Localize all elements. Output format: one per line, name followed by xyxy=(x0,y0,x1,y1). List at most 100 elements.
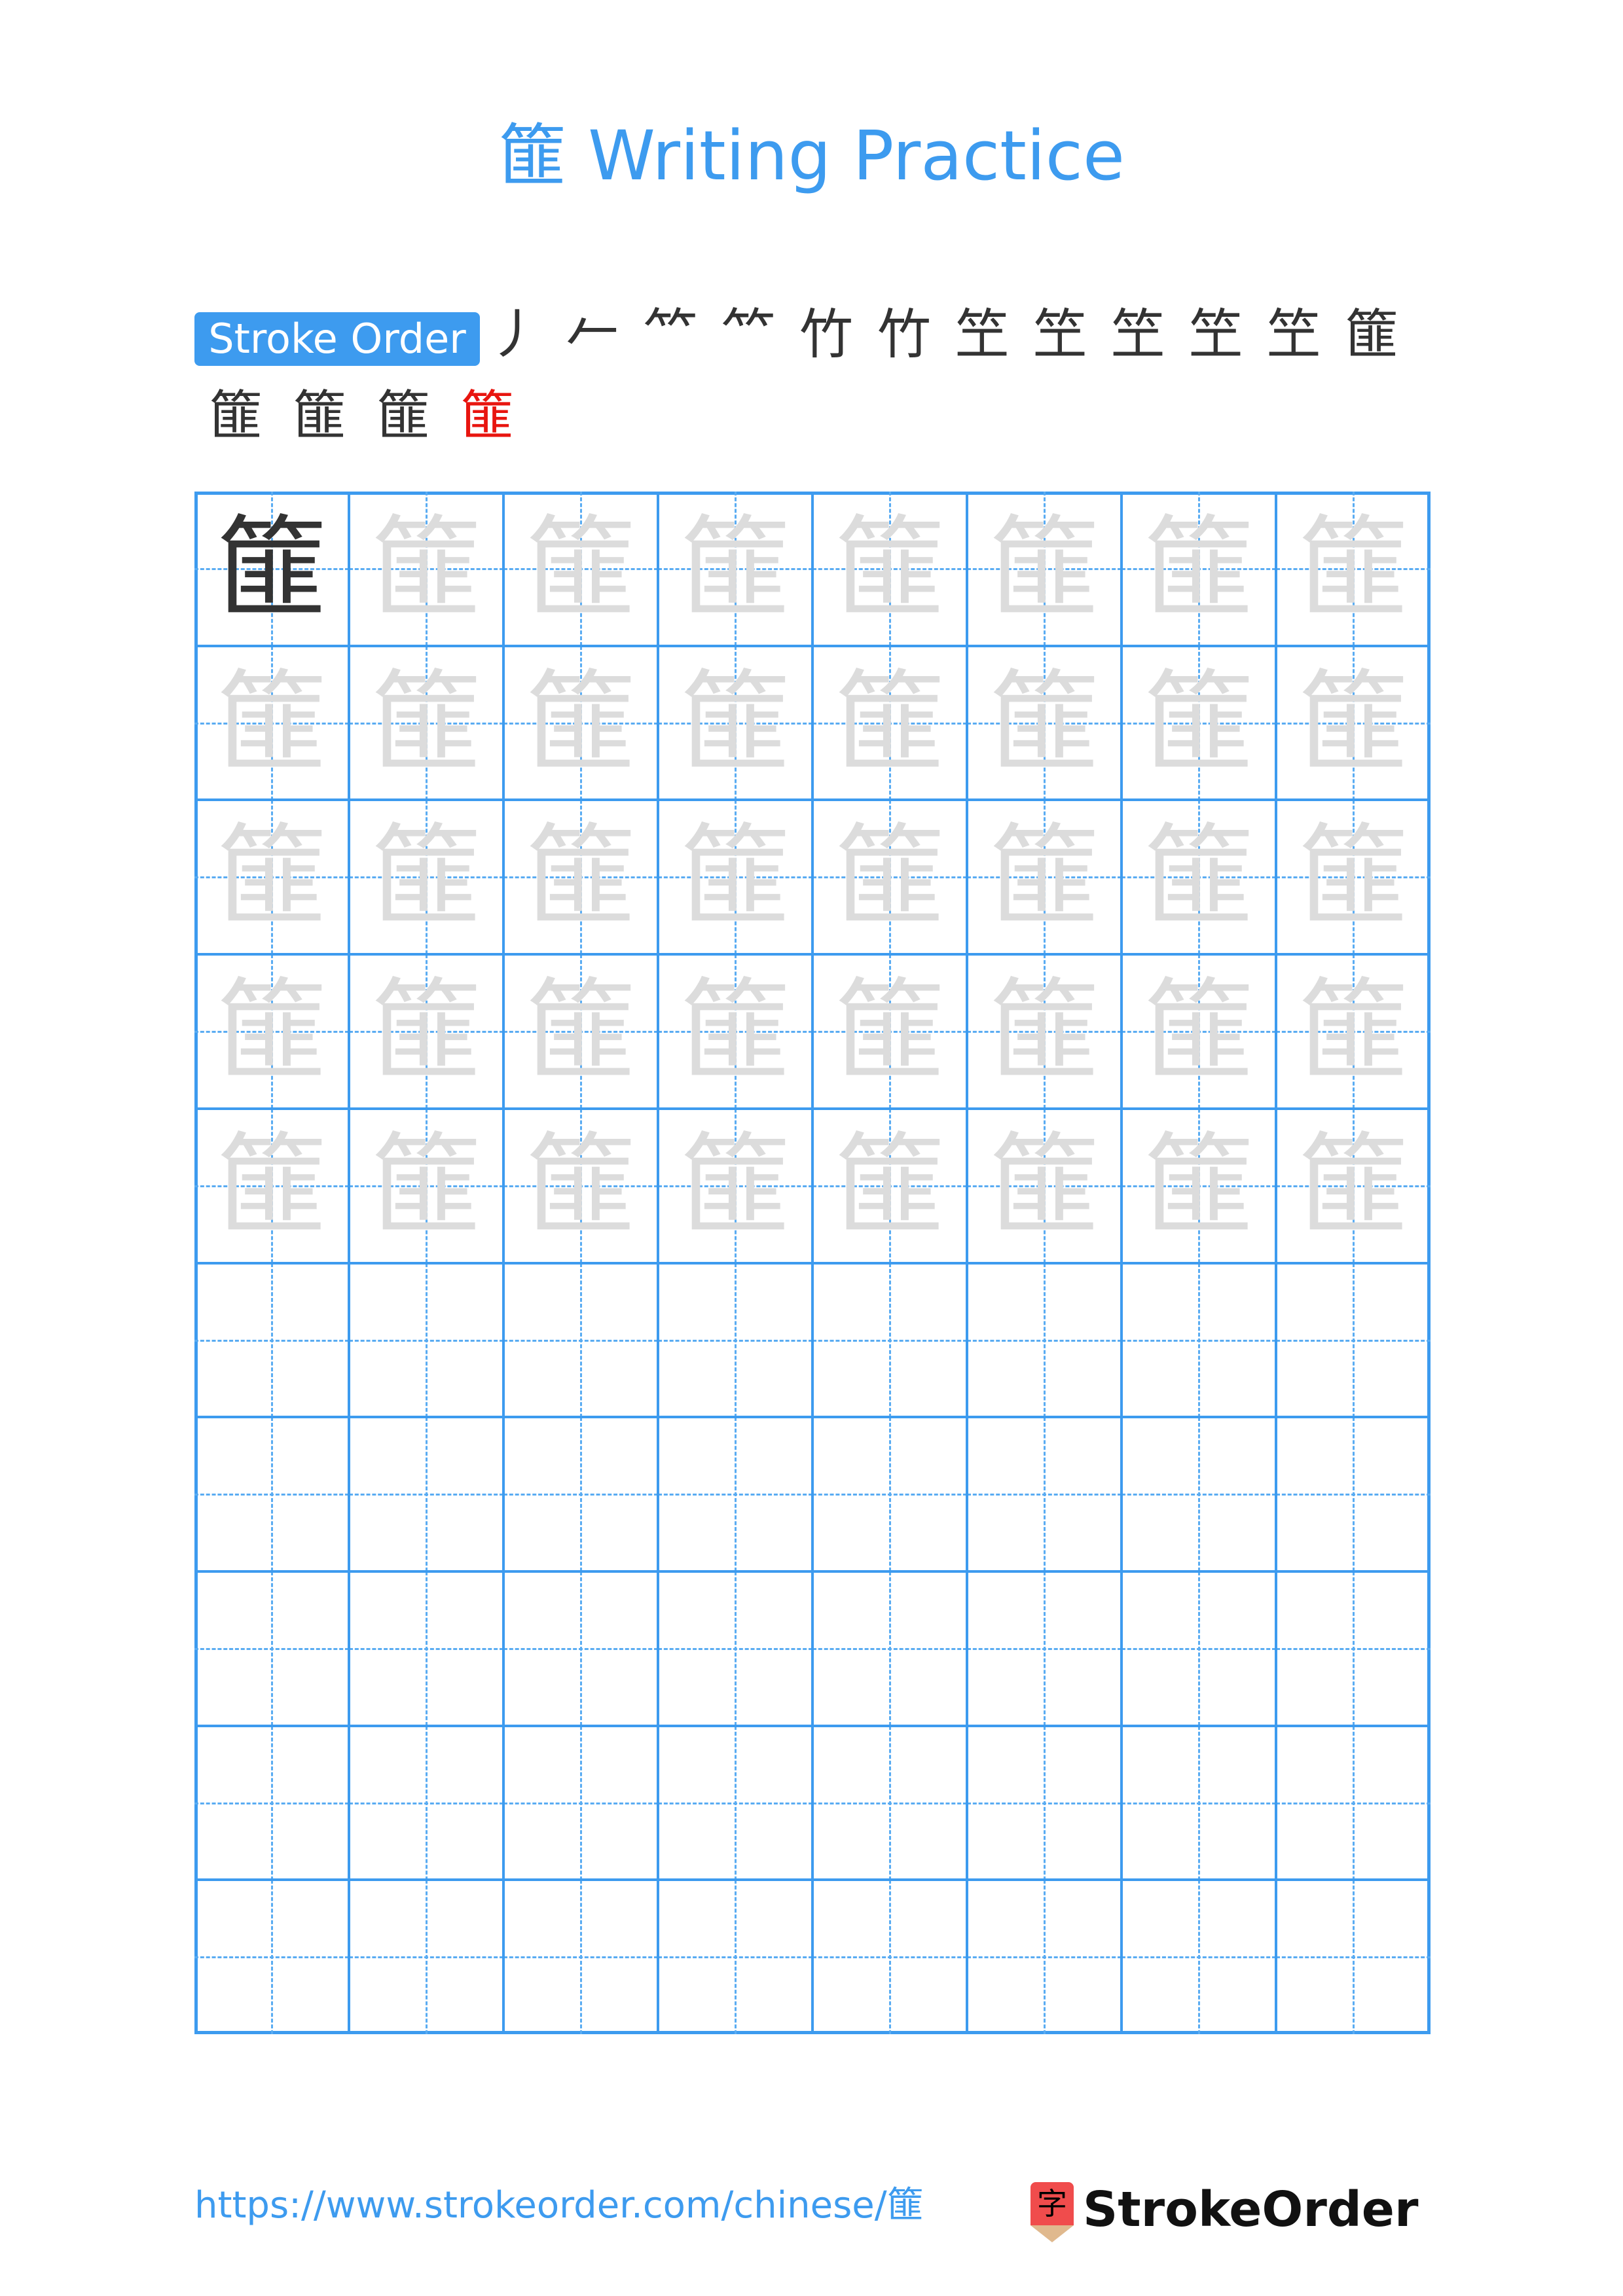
trace-character: 篚 xyxy=(679,967,791,1097)
practice-cell[interactable]: 篚 xyxy=(812,645,967,800)
practice-cell[interactable] xyxy=(658,1725,812,1880)
practice-cell[interactable]: 篚 xyxy=(503,645,658,800)
practice-cell[interactable] xyxy=(967,1725,1122,1880)
guide-line-horizontal xyxy=(1122,1956,1276,1959)
practice-cell[interactable]: 篚 xyxy=(1122,800,1276,955)
practice-cell[interactable]: 篚 xyxy=(349,1108,503,1263)
trace-character: 篚 xyxy=(988,504,1100,634)
stroke-step-10: 笁 xyxy=(1188,304,1243,366)
footer-url-link[interactable]: https://www.strokeorder.com/chinese/篚 xyxy=(194,2179,924,2232)
practice-cell[interactable]: 篚 xyxy=(967,800,1122,955)
practice-cell[interactable]: 篚 xyxy=(1122,954,1276,1109)
practice-cell[interactable]: 篚 xyxy=(812,1108,967,1263)
practice-cell[interactable]: 篚 xyxy=(812,954,967,1109)
practice-cell[interactable] xyxy=(1276,1571,1431,1726)
practice-cell[interactable] xyxy=(503,1571,658,1726)
practice-cell[interactable]: 篚 xyxy=(1122,492,1276,646)
practice-cell[interactable] xyxy=(1122,1571,1276,1726)
practice-cell[interactable]: 篚 xyxy=(658,492,812,646)
practice-cell[interactable]: 篚 xyxy=(1122,645,1276,800)
guide-line-horizontal xyxy=(967,1339,1122,1342)
practice-cell[interactable] xyxy=(658,1263,812,1418)
strokeorder-logo[interactable]: 字 StrokeOrder xyxy=(1030,2157,1450,2242)
practice-cell[interactable] xyxy=(349,1725,503,1880)
practice-cell[interactable]: 篚 xyxy=(812,800,967,955)
practice-cell[interactable]: 篚 xyxy=(503,954,658,1109)
practice-cell[interactable] xyxy=(194,1417,349,1572)
practice-cell[interactable]: 篚 xyxy=(194,492,349,646)
practice-cell[interactable]: 篚 xyxy=(349,492,503,646)
practice-cell[interactable] xyxy=(349,1880,503,2035)
practice-cell[interactable]: 篚 xyxy=(967,645,1122,800)
stroke-step-16: 篚 xyxy=(460,385,514,447)
practice-cell[interactable]: 篚 xyxy=(194,954,349,1109)
practice-cell[interactable] xyxy=(1276,1417,1431,1572)
guide-line-horizontal xyxy=(812,1647,967,1650)
guide-line-horizontal xyxy=(967,1956,1122,1959)
practice-cell[interactable]: 篚 xyxy=(967,1108,1122,1263)
trace-character: 篚 xyxy=(679,812,791,942)
stroke-step-2: 𠂉 xyxy=(565,304,619,366)
practice-cell[interactable]: 篚 xyxy=(967,954,1122,1109)
practice-cell[interactable]: 篚 xyxy=(349,954,503,1109)
practice-cell[interactable]: 篚 xyxy=(194,800,349,955)
practice-cell[interactable]: 篚 xyxy=(812,492,967,646)
practice-cell[interactable] xyxy=(194,1571,349,1726)
practice-cell[interactable]: 篚 xyxy=(503,492,658,646)
practice-cell[interactable] xyxy=(503,1417,658,1572)
practice-cell[interactable]: 篚 xyxy=(349,645,503,800)
practice-cell[interactable] xyxy=(812,1880,967,2035)
practice-cell[interactable] xyxy=(812,1417,967,1572)
practice-cell[interactable] xyxy=(1122,1725,1276,1880)
practice-cell[interactable] xyxy=(658,1417,812,1572)
practice-cell[interactable]: 篚 xyxy=(194,645,349,800)
practice-cell[interactable]: 篚 xyxy=(658,1108,812,1263)
practice-cell[interactable] xyxy=(967,1571,1122,1726)
practice-cell[interactable]: 篚 xyxy=(967,492,1122,646)
practice-cell[interactable] xyxy=(503,1263,658,1418)
practice-cell[interactable]: 篚 xyxy=(503,1108,658,1263)
practice-cell[interactable]: 篚 xyxy=(1276,1108,1431,1263)
practice-cell[interactable]: 篚 xyxy=(658,800,812,955)
practice-cell[interactable] xyxy=(1276,1880,1431,2035)
practice-cell[interactable] xyxy=(349,1417,503,1572)
practice-cell[interactable] xyxy=(812,1571,967,1726)
practice-cell[interactable] xyxy=(967,1263,1122,1418)
practice-cell[interactable]: 篚 xyxy=(658,954,812,1109)
practice-cell[interactable]: 篚 xyxy=(503,800,658,955)
practice-cell[interactable] xyxy=(194,1263,349,1418)
practice-cell[interactable] xyxy=(1122,1417,1276,1572)
guide-line-horizontal xyxy=(658,1956,812,1959)
practice-cell[interactable] xyxy=(1122,1263,1276,1418)
practice-cell[interactable]: 篚 xyxy=(1276,800,1431,955)
practice-cell[interactable] xyxy=(812,1725,967,1880)
practice-cell[interactable] xyxy=(812,1263,967,1418)
practice-cell[interactable]: 篚 xyxy=(194,1108,349,1263)
practice-cell[interactable]: 篚 xyxy=(1276,954,1431,1109)
trace-character: 篚 xyxy=(1142,658,1254,788)
guide-line-horizontal xyxy=(1276,1956,1431,1959)
trace-character: 篚 xyxy=(215,658,327,788)
practice-cell[interactable] xyxy=(194,1880,349,2035)
practice-cell[interactable] xyxy=(349,1263,503,1418)
practice-cell[interactable]: 篚 xyxy=(1276,645,1431,800)
practice-cell[interactable] xyxy=(1122,1880,1276,2035)
stroke-step-14: 篚 xyxy=(292,385,346,447)
practice-cell[interactable] xyxy=(503,1725,658,1880)
practice-cell[interactable] xyxy=(658,1571,812,1726)
practice-cell[interactable] xyxy=(503,1880,658,2035)
practice-grid: 篚篚篚篚篚篚篚篚篚篚篚篚篚篚篚篚篚篚篚篚篚篚篚篚篚篚篚篚篚篚篚篚篚篚篚篚篚篚篚篚 xyxy=(194,492,1431,2035)
stroke-step-7: 笁 xyxy=(955,304,1009,366)
practice-cell[interactable] xyxy=(349,1571,503,1726)
practice-cell[interactable] xyxy=(1276,1725,1431,1880)
practice-cell[interactable] xyxy=(1276,1263,1431,1418)
grid-line-horizontal xyxy=(198,1107,1427,1110)
practice-cell[interactable] xyxy=(658,1880,812,2035)
practice-cell[interactable]: 篚 xyxy=(1122,1108,1276,1263)
practice-cell[interactable] xyxy=(967,1417,1122,1572)
practice-cell[interactable]: 篚 xyxy=(658,645,812,800)
practice-cell[interactable]: 篚 xyxy=(1276,492,1431,646)
practice-cell[interactable] xyxy=(194,1725,349,1880)
practice-cell[interactable] xyxy=(967,1880,1122,2035)
practice-cell[interactable]: 篚 xyxy=(349,800,503,955)
